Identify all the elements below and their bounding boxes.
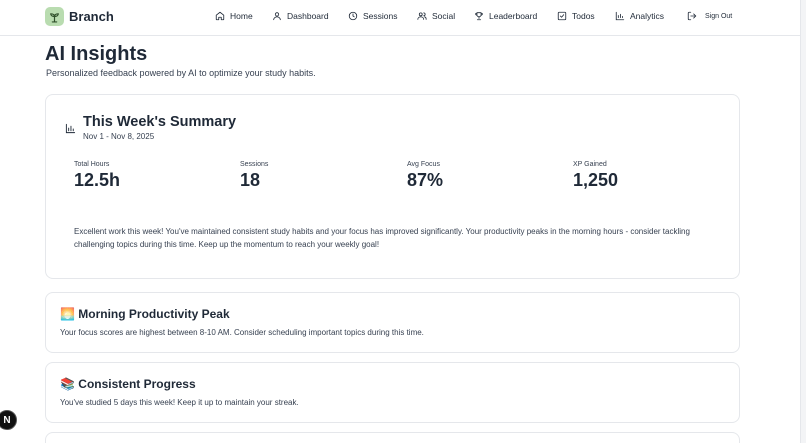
weekly-summary-card: This Week's Summary Nov 1 - Nov 8, 2025 … (45, 94, 740, 279)
nav-analytics-label: Analytics (630, 11, 665, 21)
insight-card (45, 432, 740, 443)
nav-analytics[interactable]: Analytics (615, 11, 664, 21)
stat-value: 12.5h (74, 170, 121, 190)
stat-label: Total Hours (74, 161, 110, 168)
nav-leaderboard[interactable]: Leaderboard (474, 11, 537, 21)
nav-social[interactable]: Social (417, 11, 455, 21)
insight-card: 🌅 Morning Productivity Peak Your focus s… (45, 292, 740, 353)
insight-description: Your focus scores are highest between 8-… (60, 328, 424, 337)
nav-todos[interactable]: Todos (557, 11, 595, 21)
clock-icon (348, 11, 358, 21)
stat-label: Sessions (240, 161, 269, 168)
stat-avg-focus: Avg Focus 87% (407, 161, 443, 191)
brand[interactable]: Branch (45, 7, 114, 26)
navbar: Branch Home Dashboard Sessions Social Le… (0, 0, 800, 36)
nav-dashboard[interactable]: Dashboard (272, 11, 329, 21)
stat-label: XP Gained (573, 161, 607, 168)
nav-social-label: Social (432, 11, 456, 21)
page-title: AI Insights (45, 43, 148, 65)
summary-feedback-text: Excellent work this week! You've maintai… (74, 227, 690, 249)
scrollbar[interactable] (800, 0, 806, 443)
bar-chart-icon (615, 11, 625, 21)
nav-todos-label: Todos (572, 11, 595, 21)
checkbox-icon (557, 11, 567, 21)
summary-title: This Week's Summary (83, 114, 237, 130)
stat-value: 18 (240, 170, 261, 190)
trophy-icon (475, 12, 483, 21)
devtools-button[interactable]: N (0, 410, 17, 430)
insight-description: You've studied 5 days this week! Keep it… (60, 398, 299, 407)
home-icon (215, 11, 225, 21)
summary-date-range: Nov 1 - Nov 8, 2025 (83, 132, 155, 141)
stat-xp-gained: XP Gained 1,250 (573, 161, 618, 191)
users-icon (417, 12, 427, 20)
nav-sessions[interactable]: Sessions (348, 11, 398, 21)
stat-sessions: Sessions 18 (240, 161, 268, 191)
nav-dashboard-label: Dashboard (287, 11, 329, 21)
nav-home-label: Home (230, 11, 253, 21)
log-out-icon (687, 11, 697, 21)
sign-out-label: Sign Out (705, 12, 733, 20)
stat-value: 87% (407, 170, 444, 190)
sign-out-button[interactable]: Sign Out (687, 11, 732, 21)
stat-value: 1,250 (573, 170, 619, 190)
nav-sessions-label: Sessions (363, 11, 398, 21)
nav-home[interactable]: Home (215, 11, 253, 21)
page-subtitle: Personalized feedback powered by AI to o… (46, 68, 316, 78)
branch-logo-icon (45, 7, 64, 26)
insight-card: 📚 Consistent Progress You've studied 5 d… (45, 362, 740, 423)
nav-leaderboard-label: Leaderboard (489, 11, 538, 21)
brand-name: Branch (69, 9, 114, 24)
stat-label: Avg Focus (407, 161, 440, 168)
bar-chart-icon (65, 123, 76, 134)
insight-title: 📚 Consistent Progress (60, 377, 196, 391)
insight-title: 🌅 Morning Productivity Peak (60, 307, 230, 321)
user-icon (273, 12, 281, 21)
stat-total-hours: Total Hours 12.5h (74, 161, 120, 191)
